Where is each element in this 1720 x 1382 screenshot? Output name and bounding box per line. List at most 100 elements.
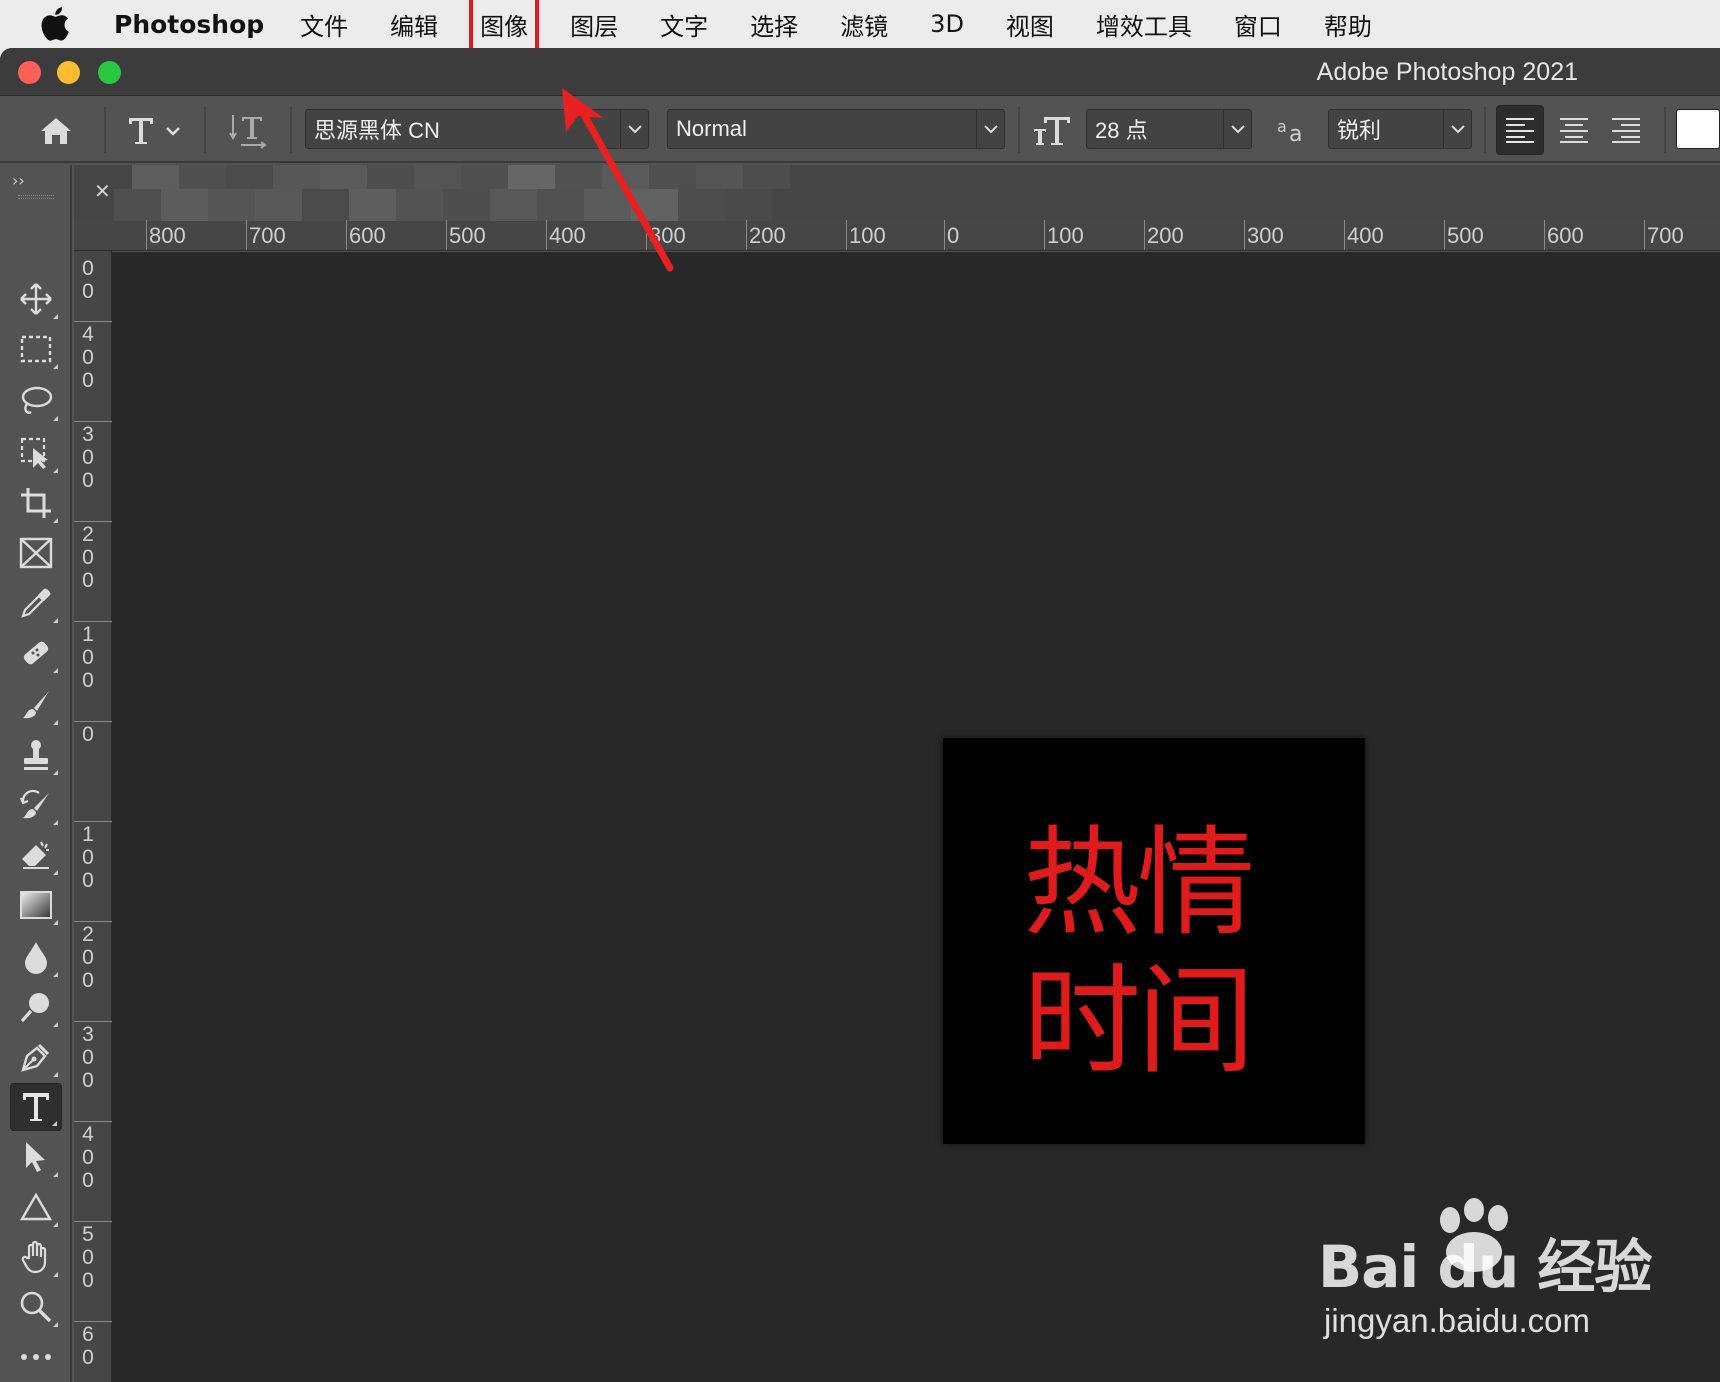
options-bar: 思源黑体 CN Normal 28 点 aa 锐利 (0, 97, 1720, 163)
healing-brush-tool-icon[interactable] (10, 629, 62, 677)
ruler-label: 3 0 0 (82, 423, 94, 492)
svg-text:a: a (1289, 122, 1302, 145)
horizontal-ruler[interactable]: 800 700 600 500 400 300 200 100 0 100 20… (74, 220, 1720, 251)
align-center-button[interactable] (1550, 105, 1598, 155)
menu-window[interactable]: 窗口 (1234, 7, 1282, 42)
type-tool-icon[interactable] (10, 1083, 62, 1131)
align-left-button[interactable] (1496, 105, 1544, 155)
photoshop-window: Adobe Photoshop 2021 思源黑体 CN Normal 28 点 (0, 48, 1720, 1382)
ruler-label: 400 (1347, 223, 1384, 248)
zoom-tool-icon[interactable] (10, 1283, 62, 1331)
menu-type[interactable]: 文字 (660, 7, 708, 42)
hand-tool-icon[interactable] (10, 1233, 62, 1281)
mac-menubar: Photoshop 文件 编辑 图像 图层 文字 选择 滤镜 3D 视图 增效工… (0, 0, 1720, 53)
menu-select[interactable]: 选择 (750, 7, 798, 42)
separator (1664, 107, 1666, 153)
menu-filter[interactable]: 滤镜 (840, 7, 888, 42)
separator (1484, 107, 1486, 153)
minimize-window-button[interactable] (57, 61, 80, 84)
ruler-label: 800 (149, 223, 186, 248)
menu-image[interactable]: 图像 (469, 0, 540, 53)
path-selection-tool-icon[interactable] (10, 1133, 62, 1181)
type-tool-preset-icon[interactable] (120, 109, 190, 151)
menu-help[interactable]: 帮助 (1324, 7, 1372, 42)
ruler-label: 200 (749, 223, 786, 248)
document-tab[interactable] (114, 165, 880, 221)
menu-3d[interactable]: 3D (930, 10, 964, 38)
antialias-select[interactable]: 锐利 (1328, 109, 1472, 149)
object-selection-tool-icon[interactable] (10, 429, 62, 477)
eraser-tool-icon[interactable] (10, 831, 62, 879)
separator (1018, 107, 1020, 153)
font-style-value: Normal (676, 116, 747, 141)
ruler-label: 2 0 0 (82, 923, 94, 992)
font-family-value: 思源黑体 CN (314, 118, 440, 143)
history-brush-tool-icon[interactable] (10, 781, 62, 829)
menu-app-name[interactable]: Photoshop (114, 10, 264, 39)
dodge-tool-icon[interactable] (10, 983, 62, 1031)
eyedropper-tool-icon[interactable] (10, 579, 62, 627)
vertical-ruler[interactable]: 0 0 4 0 0 3 0 0 2 0 0 1 0 0 0 1 0 0 2 0 … (74, 251, 112, 1382)
antialias-value: 锐利 (1337, 118, 1382, 143)
window-title: Adobe Photoshop 2021 (1316, 58, 1578, 86)
ruler-label: 2 0 0 (82, 523, 94, 592)
menu-file[interactable]: 文件 (300, 7, 348, 42)
ruler-label: 700 (249, 223, 286, 248)
chevron-down-icon[interactable] (1223, 110, 1251, 148)
ruler-label: 200 (1147, 223, 1184, 248)
grip-handle[interactable] (18, 195, 54, 199)
close-window-button[interactable] (18, 61, 41, 84)
menu-view[interactable]: 视图 (1006, 7, 1054, 42)
frame-tool-icon[interactable] (10, 529, 62, 577)
ruler-label: 0 (947, 223, 960, 248)
document-canvas[interactable]: 热情 时间 (943, 738, 1365, 1144)
shape-tool-icon[interactable] (10, 1183, 62, 1231)
menu-layer[interactable]: 图层 (570, 7, 618, 42)
document-tab-bar: ✕ (74, 165, 1720, 221)
watermark-logo: Bai du 经验 (1318, 1233, 1652, 1301)
blur-tool-icon[interactable] (10, 933, 62, 981)
font-size-select[interactable]: 28 点 (1086, 109, 1252, 149)
text-color-swatch[interactable] (1676, 109, 1720, 149)
ruler-label: 700 (1647, 223, 1684, 248)
gradient-tool-icon[interactable] (10, 881, 62, 929)
crop-tool-icon[interactable] (10, 479, 62, 527)
chevron-down-icon[interactable] (620, 110, 648, 148)
clone-stamp-tool-icon[interactable] (10, 731, 62, 779)
canvas-text-layer[interactable]: 热情 时间 (1023, 814, 1255, 1090)
watermark-url: jingyan.baidu.com (1324, 1302, 1590, 1339)
apple-icon[interactable] (40, 7, 98, 41)
antialias-icon: aa (1272, 111, 1312, 149)
font-style-select[interactable]: Normal (667, 109, 1005, 149)
ruler-label: 5 0 0 (82, 1223, 94, 1292)
lasso-tool-icon[interactable] (10, 377, 62, 425)
more-tools-icon[interactable] (10, 1333, 62, 1381)
zoom-window-button[interactable] (98, 61, 121, 84)
toolbox: ›› (0, 165, 72, 1382)
marquee-tool-icon[interactable] (10, 325, 62, 373)
collapse-panel-icon[interactable]: ›› (12, 171, 25, 190)
svg-text:a: a (1277, 117, 1287, 136)
title-bar: Adobe Photoshop 2021 (0, 48, 1720, 96)
font-size-icon (1030, 111, 1074, 149)
ruler-label: 100 (849, 223, 886, 248)
toggle-text-orientation-icon[interactable] (226, 109, 272, 151)
ruler-label: 300 (1247, 223, 1284, 248)
close-tab-icon[interactable]: ✕ (94, 179, 111, 203)
chevron-down-icon[interactable] (976, 110, 1004, 148)
menu-plugins[interactable]: 增效工具 (1096, 7, 1192, 42)
menu-edit[interactable]: 编辑 (390, 7, 438, 42)
pen-tool-icon[interactable] (10, 1033, 62, 1081)
ruler-label: 4 0 0 (82, 1123, 94, 1192)
ruler-label: 1 0 0 (82, 623, 94, 692)
brush-tool-icon[interactable] (10, 681, 62, 729)
separator (104, 107, 106, 153)
move-tool-icon[interactable] (10, 275, 62, 323)
ruler-label: 600 (1547, 223, 1584, 248)
home-icon[interactable] (30, 111, 82, 151)
align-right-button[interactable] (1602, 105, 1650, 155)
chevron-down-icon[interactable] (1443, 110, 1471, 148)
ruler-label: 1 0 0 (82, 823, 94, 892)
font-family-select[interactable]: 思源黑体 CN (305, 109, 649, 149)
ruler-label: 3 0 0 (82, 1023, 94, 1092)
